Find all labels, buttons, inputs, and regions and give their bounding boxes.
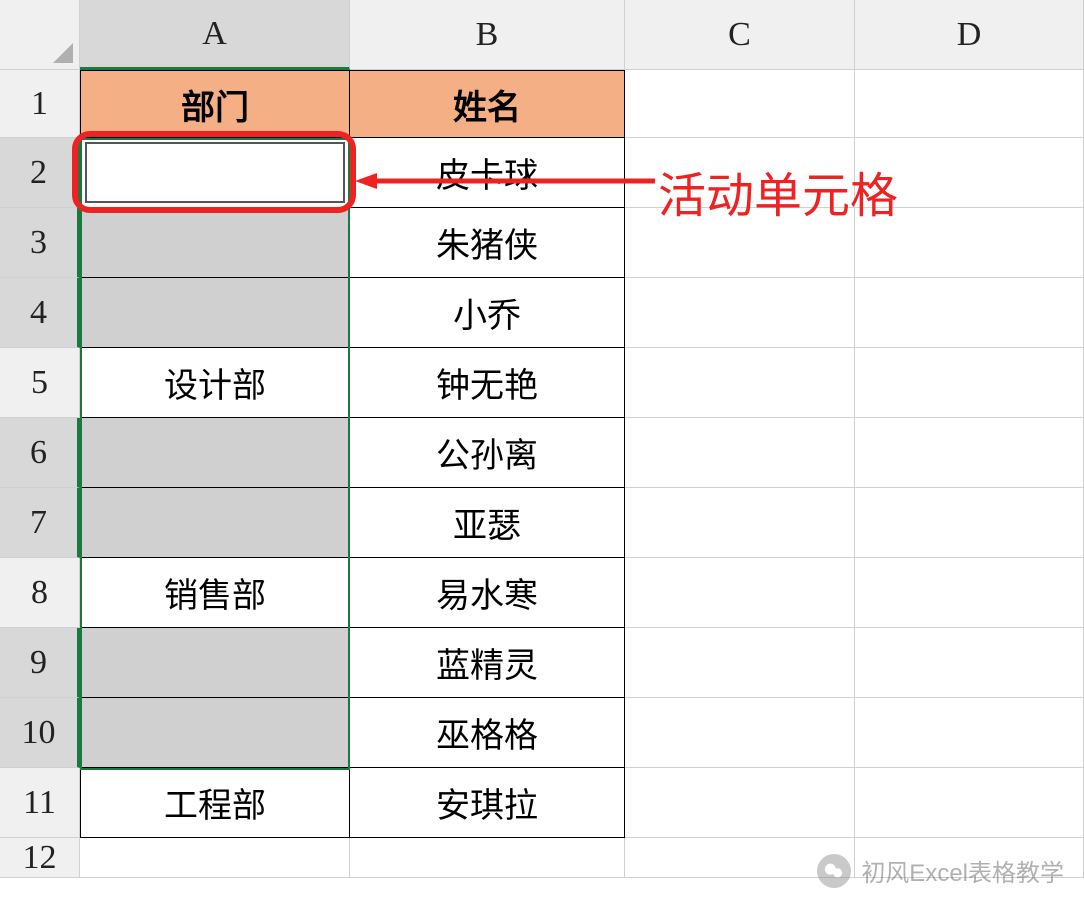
cell-a8[interactable]: 销售部: [80, 558, 350, 628]
cell-b4[interactable]: 小乔: [350, 278, 625, 348]
row-header-1[interactable]: 1: [0, 70, 80, 138]
row-header-2[interactable]: 2: [0, 138, 80, 208]
select-all-corner[interactable]: [0, 0, 80, 70]
cell-b5[interactable]: 钟无艳: [350, 348, 625, 418]
row-header-3[interactable]: 3: [0, 208, 80, 278]
cell-a9[interactable]: [80, 628, 350, 698]
cell-b2[interactable]: 皮卡球: [350, 138, 625, 208]
row-headers: 1 2 3 4 5 6 7 8 9 10 11 12: [0, 70, 80, 878]
cell-a11[interactable]: 工程部: [80, 768, 350, 838]
row-header-10[interactable]: 10: [0, 698, 80, 768]
cell-a4[interactable]: [80, 278, 350, 348]
cell-b12[interactable]: [350, 838, 625, 878]
wechat-icon: [817, 854, 851, 888]
cell-c9[interactable]: [625, 628, 855, 698]
watermark-text: 初风Excel表格教学: [861, 853, 1064, 888]
cell-a1[interactable]: 部门: [80, 70, 350, 138]
cell-a12[interactable]: [80, 838, 350, 878]
spreadsheet: A B C D 1 2 3 4 5 6 7 8 9 10 11 12 部门 姓名…: [0, 0, 1084, 910]
cell-c7[interactable]: [625, 488, 855, 558]
row-header-5[interactable]: 5: [0, 348, 80, 418]
row-header-9[interactable]: 9: [0, 628, 80, 698]
cell-b9[interactable]: 蓝精灵: [350, 628, 625, 698]
row-header-12[interactable]: 12: [0, 838, 80, 878]
row-header-11[interactable]: 11: [0, 768, 80, 838]
cell-b10[interactable]: 巫格格: [350, 698, 625, 768]
cell-c1[interactable]: [625, 70, 855, 138]
cell-c11[interactable]: [625, 768, 855, 838]
column-header-d[interactable]: D: [855, 0, 1084, 70]
row-header-6[interactable]: 6: [0, 418, 80, 488]
cell-a5[interactable]: 设计部: [80, 348, 350, 418]
cell-c10[interactable]: [625, 698, 855, 768]
cell-c4[interactable]: [625, 278, 855, 348]
cell-d11[interactable]: [855, 768, 1084, 838]
cell-b11[interactable]: 安琪拉: [350, 768, 625, 838]
column-header-c[interactable]: C: [625, 0, 855, 70]
cell-c8[interactable]: [625, 558, 855, 628]
cell-d7[interactable]: [855, 488, 1084, 558]
cell-b1[interactable]: 姓名: [350, 70, 625, 138]
column-header-a[interactable]: A: [80, 0, 350, 70]
cell-d4[interactable]: [855, 278, 1084, 348]
cell-b3[interactable]: 朱猪侠: [350, 208, 625, 278]
cells-grid: 部门 姓名 皮卡球 朱猪侠 小乔 设计部 钟无艳: [80, 70, 1084, 878]
cell-a6[interactable]: [80, 418, 350, 488]
cell-d6[interactable]: [855, 418, 1084, 488]
column-headers: A B C D: [80, 0, 1084, 70]
cell-a3[interactable]: [80, 208, 350, 278]
cell-c6[interactable]: [625, 418, 855, 488]
cell-c5[interactable]: [625, 348, 855, 418]
cell-a7[interactable]: [80, 488, 350, 558]
annotation-label: 活动单元格: [658, 156, 898, 226]
cell-b8[interactable]: 易水寒: [350, 558, 625, 628]
column-header-b[interactable]: B: [350, 0, 625, 70]
cell-d1[interactable]: [855, 70, 1084, 138]
cell-b6[interactable]: 公孙离: [350, 418, 625, 488]
cell-d9[interactable]: [855, 628, 1084, 698]
cell-d10[interactable]: [855, 698, 1084, 768]
cell-a10[interactable]: [80, 698, 350, 768]
cell-b7[interactable]: 亚瑟: [350, 488, 625, 558]
watermark: 初风Excel表格教学: [817, 853, 1064, 888]
row-header-4[interactable]: 4: [0, 278, 80, 348]
row-header-7[interactable]: 7: [0, 488, 80, 558]
cell-d5[interactable]: [855, 348, 1084, 418]
cell-d8[interactable]: [855, 558, 1084, 628]
cell-a2[interactable]: [80, 138, 350, 208]
row-header-8[interactable]: 8: [0, 558, 80, 628]
